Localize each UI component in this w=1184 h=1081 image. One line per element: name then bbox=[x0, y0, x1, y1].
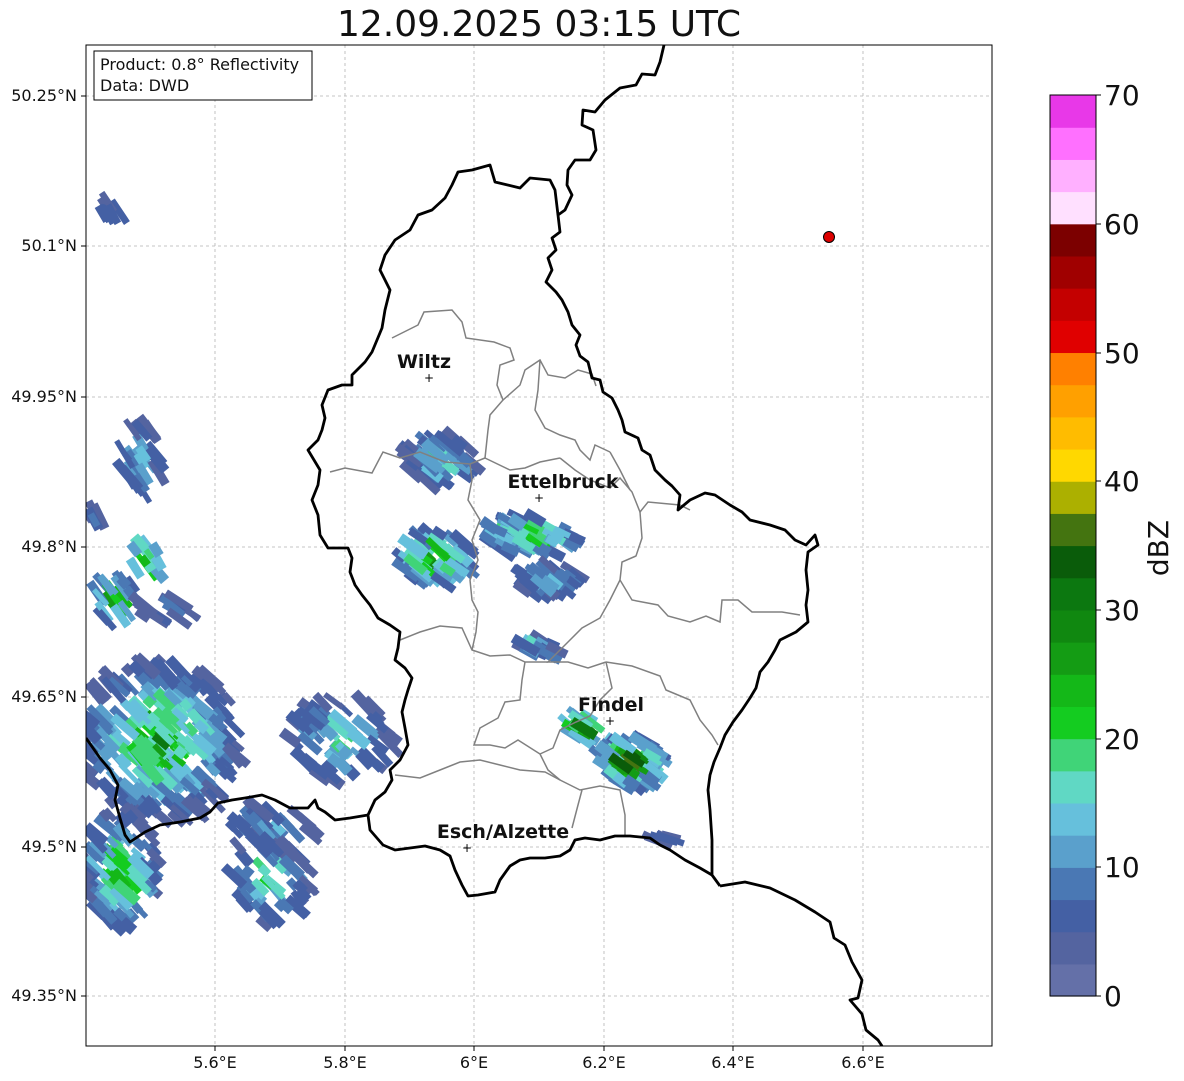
city-marker-wiltz: + bbox=[424, 371, 434, 385]
colorbar-segment bbox=[1050, 931, 1096, 965]
info-box: Product: 0.8° Reflectivity Data: DWD bbox=[93, 50, 313, 101]
lat-axis: 50.25°N 50.1°N 49.95°N 49.8°N 49.65°N 49… bbox=[11, 86, 86, 1005]
lat-tick-label: 49.5°N bbox=[21, 837, 77, 856]
colorbar-tick-label: 70 bbox=[1104, 79, 1140, 112]
colorbar-segments bbox=[1050, 95, 1096, 997]
colorbar-segment bbox=[1050, 448, 1096, 482]
colorbar-segment bbox=[1050, 609, 1096, 643]
colorbar-segment bbox=[1050, 223, 1096, 257]
colorbar-segment bbox=[1050, 191, 1096, 225]
colorbar-segment bbox=[1050, 95, 1096, 128]
lat-tick-label: 49.8°N bbox=[21, 537, 77, 556]
colorbar-segment bbox=[1050, 706, 1096, 740]
colorbar-tick-label: 30 bbox=[1104, 594, 1140, 627]
colorbar-segment bbox=[1050, 159, 1096, 193]
colorbar-segment bbox=[1050, 384, 1096, 418]
colorbar-segment bbox=[1050, 481, 1096, 514]
colorbar-segment bbox=[1050, 963, 1096, 997]
colorbar-segment bbox=[1050, 320, 1096, 354]
colorbar-segment bbox=[1050, 127, 1096, 160]
colorbar-segment bbox=[1050, 577, 1096, 611]
city-label-wiltz: Wiltz bbox=[397, 351, 451, 373]
city-label-ettelbruck: Ettelbruck bbox=[508, 471, 619, 493]
colorbar-segment bbox=[1050, 802, 1096, 836]
lon-tick-label: 5.6°E bbox=[193, 1053, 237, 1072]
lon-tick-label: 6.6°E bbox=[841, 1053, 885, 1072]
colorbar-segment bbox=[1050, 545, 1096, 579]
lat-tick-label: 49.35°N bbox=[11, 986, 77, 1005]
info-product: Product: 0.8° Reflectivity bbox=[100, 55, 299, 74]
radar-site-marker bbox=[823, 231, 835, 243]
colorbar-segment bbox=[1050, 255, 1096, 289]
colorbar-segment bbox=[1050, 867, 1096, 901]
lon-tick-label: 5.8°E bbox=[323, 1053, 367, 1072]
colorbar-title: dBZ bbox=[1142, 520, 1175, 576]
colorbar-tick-label: 50 bbox=[1104, 337, 1140, 370]
colorbar-segment bbox=[1050, 642, 1096, 675]
lon-tick-label: 6.2°E bbox=[582, 1053, 626, 1072]
lat-tick-label: 49.95°N bbox=[11, 387, 77, 406]
city-label-findel: Findel bbox=[578, 694, 644, 716]
lon-tick-label: 6°E bbox=[460, 1053, 488, 1072]
info-data-source: Data: DWD bbox=[100, 76, 189, 95]
lon-axis: 5.6°E 5.8°E 6°E 6.2°E 6.4°E 6.6°E bbox=[193, 1046, 885, 1072]
colorbar-tick-label: 10 bbox=[1104, 851, 1140, 884]
colorbar-tick-label: 40 bbox=[1104, 465, 1140, 498]
colorbar-segment bbox=[1050, 738, 1096, 772]
colorbar-tick-label: 20 bbox=[1104, 723, 1140, 756]
colorbar-segment bbox=[1050, 770, 1096, 804]
colorbar-segment bbox=[1050, 674, 1096, 707]
colorbar-segment bbox=[1050, 899, 1096, 933]
city-marker-findel: + bbox=[605, 714, 615, 728]
colorbar-segment bbox=[1050, 835, 1096, 868]
colorbar-segment bbox=[1050, 288, 1096, 321]
colorbar-segment bbox=[1050, 352, 1096, 386]
lat-tick-label: 50.25°N bbox=[11, 86, 77, 105]
colorbar-tick-label: 0 bbox=[1104, 980, 1122, 1013]
lon-tick-label: 6.4°E bbox=[711, 1053, 755, 1072]
colorbar-segment bbox=[1050, 513, 1096, 547]
lat-tick-label: 49.65°N bbox=[11, 687, 77, 706]
city-marker-ettelbruck: + bbox=[534, 491, 544, 505]
colorbar: 0 10 20 30 40 50 60 70 dBZ bbox=[1049, 79, 1175, 1013]
city-label-esch-alzette: Esch/Alzette bbox=[437, 821, 569, 843]
colorbar-segment bbox=[1050, 416, 1096, 450]
colorbar-tick-label: 60 bbox=[1104, 208, 1140, 241]
lat-tick-label: 50.1°N bbox=[21, 236, 77, 255]
city-marker-esch-alzette: + bbox=[462, 841, 472, 855]
